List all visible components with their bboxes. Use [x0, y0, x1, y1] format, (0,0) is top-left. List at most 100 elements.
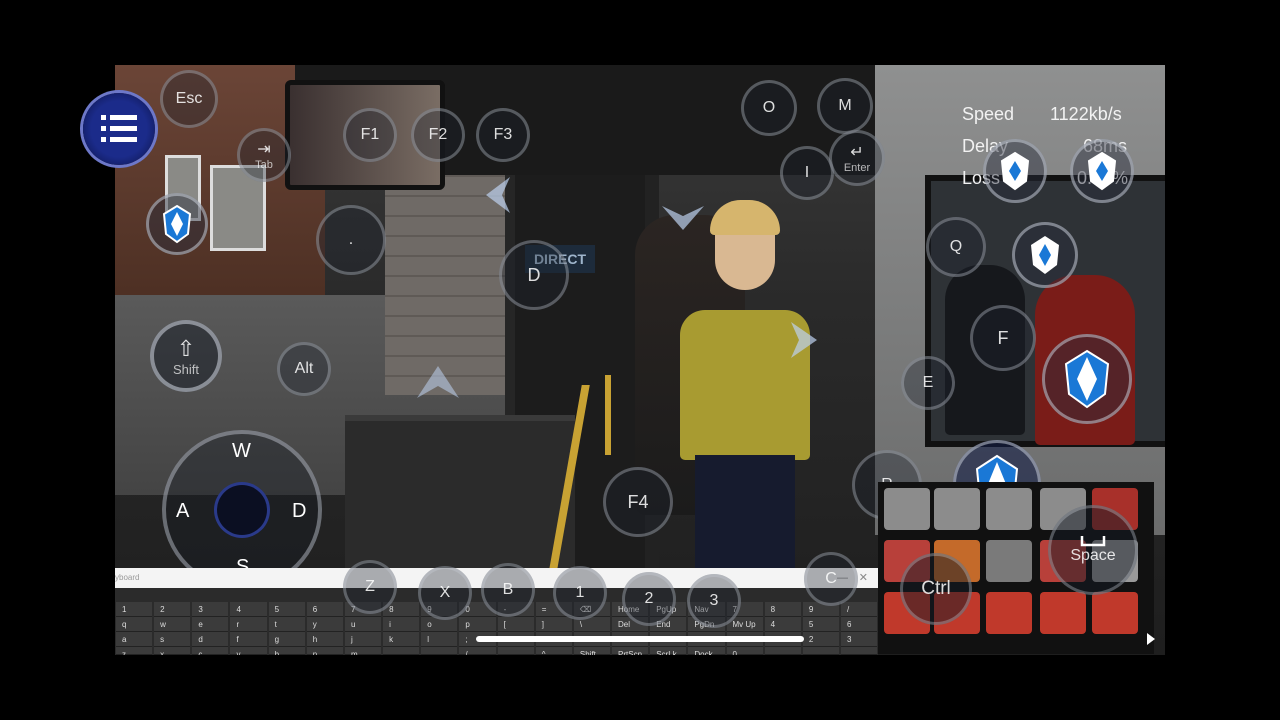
osk-key[interactable]: y	[306, 617, 343, 632]
osk-key[interactable]: p	[459, 617, 496, 632]
osk-key[interactable]: 3	[192, 602, 229, 617]
osk-key[interactable]: z	[116, 647, 153, 655]
osk-key[interactable]: PrtScn	[612, 647, 649, 655]
num2-key[interactable]: 2	[622, 572, 676, 626]
f2-key[interactable]: F2	[411, 108, 465, 162]
osk-key[interactable]: 5	[268, 602, 305, 617]
osk-key[interactable]: Dock	[688, 647, 725, 655]
shield-button-left[interactable]	[146, 193, 208, 255]
osk-key[interactable]: v	[230, 647, 267, 655]
osk-key[interactable]: d	[192, 632, 229, 647]
osk-key[interactable]: l	[421, 632, 458, 647]
osk-key[interactable]: 6	[306, 602, 343, 617]
osk-key[interactable]: 4	[230, 602, 267, 617]
osk-key[interactable]: g	[268, 632, 305, 647]
d-key-top[interactable]: D	[499, 240, 569, 310]
osk-key[interactable]: m	[344, 647, 382, 655]
f3-key[interactable]: F3	[476, 108, 530, 162]
osk-key[interactable]: Shift	[573, 647, 611, 655]
osk-key[interactable]: ,	[383, 647, 420, 655]
chevron-left-icon[interactable]	[480, 175, 520, 215]
num3-key[interactable]: 3	[687, 574, 741, 628]
close-icon[interactable]: ✕	[859, 568, 868, 588]
keyboard-scrollbar[interactable]	[476, 636, 804, 642]
f4-key[interactable]: F4	[603, 467, 673, 537]
osk-key[interactable]	[840, 647, 878, 655]
osk-key[interactable]: 8	[764, 602, 801, 617]
period-key[interactable]: .	[316, 205, 386, 275]
shift-key[interactable]: ⇧ Shift	[150, 320, 222, 392]
osk-key[interactable]: a	[116, 632, 153, 647]
osk-key[interactable]: /	[840, 602, 878, 617]
osk-key[interactable]: 4	[764, 617, 801, 632]
osk-key[interactable]: 0	[726, 647, 763, 655]
osk-key[interactable]: .	[421, 647, 458, 655]
osk-key[interactable]: [	[497, 617, 534, 632]
i-key[interactable]: I	[780, 146, 834, 200]
chevron-up-icon[interactable]	[415, 362, 461, 402]
q-key[interactable]: Q	[926, 217, 986, 277]
osk-key[interactable]: ]	[535, 617, 572, 632]
x-key[interactable]: X	[418, 566, 472, 620]
enter-key[interactable]: ↵ Enter	[829, 130, 885, 186]
o-key[interactable]: O	[741, 80, 797, 136]
osk-key[interactable]: c	[192, 647, 229, 655]
osk-key[interactable]: q	[116, 617, 153, 632]
panel-icon-weather[interactable]	[986, 592, 1032, 634]
tab-key[interactable]: ⇥ Tab	[237, 128, 291, 182]
b-key[interactable]: B	[481, 563, 535, 617]
osk-key[interactable]	[764, 647, 801, 655]
osk-key[interactable]: 2	[802, 632, 839, 647]
joystick-knob[interactable]	[217, 485, 267, 535]
num1-key[interactable]: 1	[553, 566, 607, 620]
main-menu-button[interactable]	[83, 93, 155, 165]
e-key[interactable]: E	[901, 356, 955, 410]
ctrl-key[interactable]: Ctrl	[900, 553, 972, 625]
panel-icon-bus-rear[interactable]	[986, 488, 1032, 530]
f1-key[interactable]: F1	[343, 108, 397, 162]
osk-key[interactable]: j	[344, 632, 382, 647]
osk-key[interactable]: /	[459, 647, 496, 655]
z-key[interactable]: Z	[343, 560, 397, 614]
osk-key[interactable]: i	[383, 617, 420, 632]
osk-key[interactable]: t	[268, 617, 305, 632]
movement-joystick[interactable]: W A D S	[162, 430, 322, 590]
panel-icon-doors[interactable]	[884, 488, 930, 530]
osk-key[interactable]: f	[230, 632, 267, 647]
osk-key[interactable]: k	[383, 632, 420, 647]
panel-icon-car-lights[interactable]	[986, 540, 1032, 582]
osk-key[interactable]: b	[268, 647, 305, 655]
osk-key[interactable]: 2	[154, 602, 191, 617]
panel-next-arrow-icon[interactable]	[1146, 632, 1156, 646]
m-key[interactable]: M	[817, 78, 873, 134]
osk-key[interactable]: 3	[840, 632, 878, 647]
osk-key[interactable]: w	[154, 617, 191, 632]
osk-key[interactable]: r	[230, 617, 267, 632]
chevron-right-icon[interactable]	[785, 320, 821, 360]
osk-key[interactable]: ^	[535, 647, 572, 655]
osk-key[interactable]: 5	[802, 617, 839, 632]
osk-key[interactable]: u	[344, 617, 382, 632]
shield-button-b[interactable]	[1070, 139, 1134, 203]
osk-key[interactable]: s	[154, 632, 191, 647]
shield-button-d[interactable]	[1042, 334, 1132, 424]
osk-key[interactable]: e	[192, 617, 229, 632]
panel-icon-steering-wheel[interactable]	[1040, 592, 1086, 634]
shield-button-a[interactable]	[983, 139, 1047, 203]
panel-icon-bus-side[interactable]	[934, 488, 980, 530]
c-key[interactable]: C	[804, 552, 858, 606]
osk-key[interactable]: h	[306, 632, 343, 647]
f-key[interactable]: F	[970, 305, 1036, 371]
chevron-down-icon[interactable]	[660, 200, 706, 236]
space-key[interactable]: Space	[1048, 505, 1138, 595]
osk-key[interactable]: x	[154, 647, 191, 655]
shield-button-c[interactable]	[1012, 222, 1078, 288]
osk-key[interactable]: 6	[840, 617, 878, 632]
osk-key[interactable]: ScrLk	[650, 647, 687, 655]
osk-key[interactable]	[497, 647, 534, 655]
osk-key[interactable]: .	[802, 647, 839, 655]
osk-key[interactable]: 1	[116, 602, 153, 617]
esc-key[interactable]: Esc	[160, 70, 218, 128]
panel-icon-checklist[interactable]	[1092, 592, 1138, 634]
alt-key[interactable]: Alt	[277, 342, 331, 396]
